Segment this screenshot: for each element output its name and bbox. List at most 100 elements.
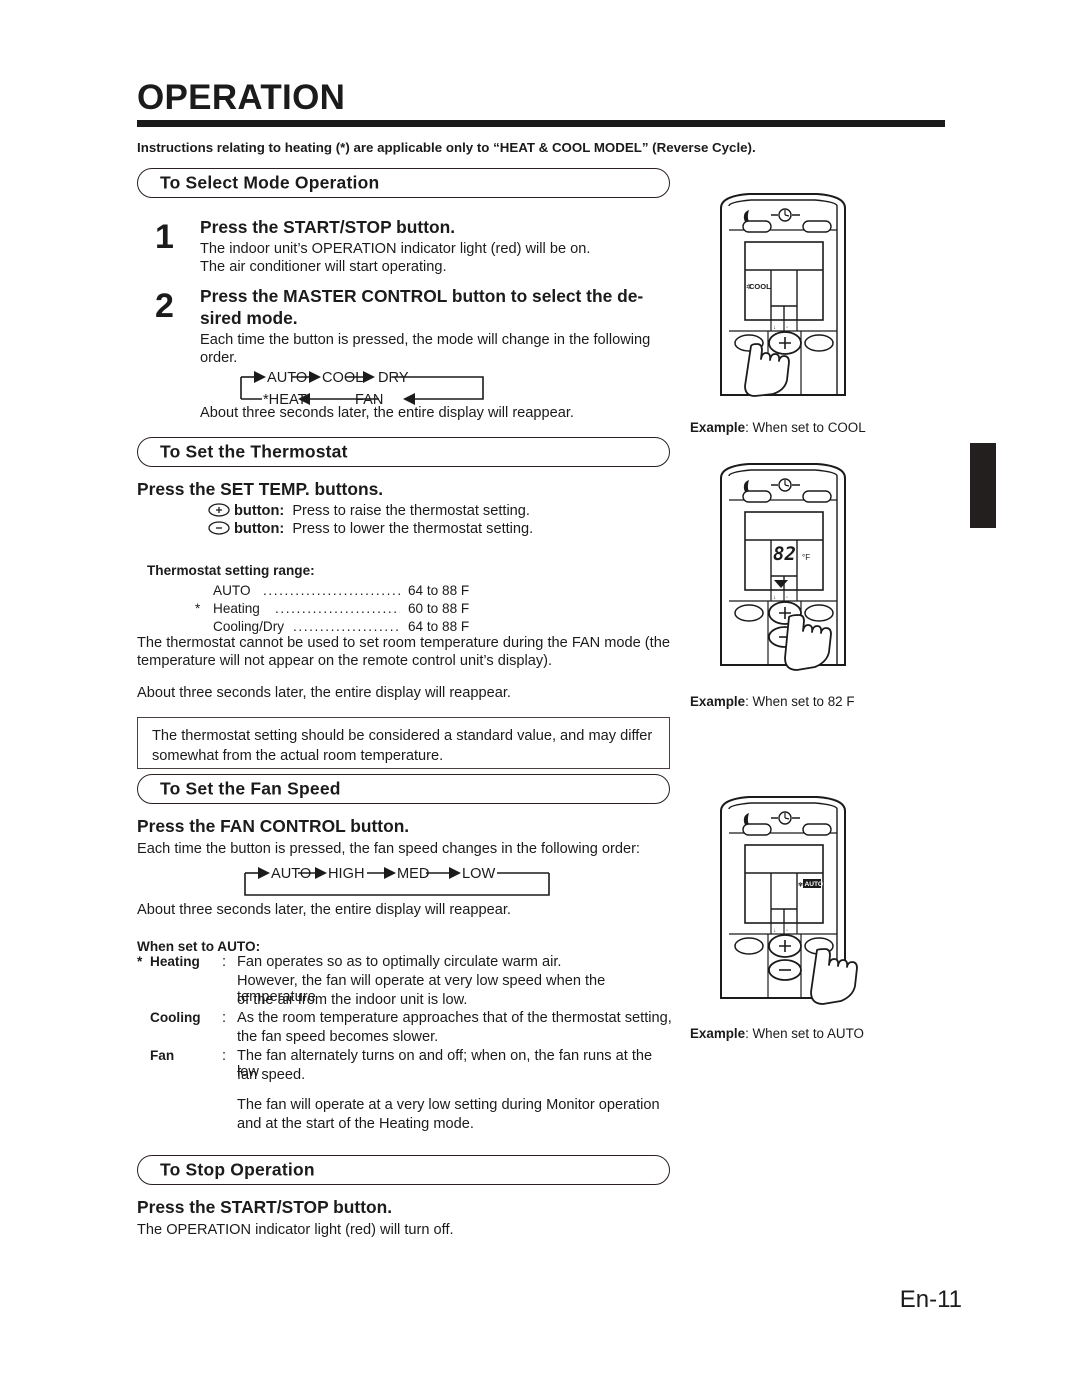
stop-heading: Press the START/STOP button. [137, 1197, 393, 1217]
fan-control-button [804, 604, 834, 622]
range-star-1: * [195, 601, 201, 616]
banner-thermostat: To Set the Thermostat [137, 437, 670, 467]
fan-speed-footer: About three seconds later, the entire di… [137, 902, 511, 918]
fan-speed-heading: Press the FAN CONTROL button. [137, 816, 410, 836]
fan-auto-row: Fan : The fan alternately turns on and o… [137, 1048, 677, 1086]
fan-row-label-2: Fan [150, 1048, 175, 1063]
fan-row-line-0-0: Fan operates so as to optimally circulat… [237, 954, 562, 970]
minus-button-label: button: [234, 521, 285, 537]
title-rule [137, 120, 945, 127]
lcd-temp-unit: °F [802, 553, 810, 562]
step-2-footer: About three seconds later, the entire di… [200, 405, 574, 421]
banner-stop-operation-label: To Stop Operation [160, 1159, 315, 1180]
fan-row-line-1-0: As the room temperature approaches that … [237, 1010, 672, 1026]
svg-text:◦: ◦ [786, 595, 788, 601]
range-mode-1: Heating [213, 601, 260, 616]
fan-row-star-0: * [137, 954, 143, 969]
fan-cycle-item-0: AUTO [271, 866, 311, 882]
master-control-button [734, 604, 764, 622]
remote-cool-illustration: COOL ✲ ↓ ◦ [705, 190, 865, 410]
svg-text:↓: ↓ [773, 325, 776, 331]
caption-label-1: Example [690, 694, 746, 709]
fan-auto-row: * Heating : Fan operates so as to optima… [137, 954, 677, 1010]
svg-text:◦: ◦ [786, 928, 788, 934]
lcd-fan-text: AUTO [805, 881, 824, 888]
range-value-0: 64 to 88 F [408, 583, 470, 598]
page-number: En-11 [899, 1286, 962, 1313]
svg-text:✲: ✲ [746, 283, 752, 291]
fan-cycle-item-1: HIGH [328, 866, 364, 882]
mode-cycle-item-2: DRY [378, 370, 409, 386]
timer-button [802, 490, 832, 503]
thermostat-note-line-2: temperature will not appear on the remot… [137, 653, 553, 669]
fan-row-label-0: Heating [150, 954, 200, 969]
fan-tail-line-1: The fan will operate at a very low setti… [237, 1097, 660, 1113]
minus-button-text: Press to lower the thermostat setting. [292, 521, 534, 537]
thermostat-note-box: The thermostat setting should be conside… [137, 717, 670, 769]
fan-cycle-diagram: AUTO HIGH MED LOW [236, 862, 566, 902]
fan-cycle-item-2: MED [397, 866, 429, 882]
thermostat-note-line-1: The thermostat cannot be used to set roo… [137, 635, 670, 651]
fan-speed-intro: Each time the button is pressed, the fan… [137, 841, 640, 857]
fan-row-colon-2: : [222, 1048, 227, 1064]
step-1-heading: Press the START/STOP button. [200, 217, 456, 237]
lcd-mode-cool: COOL ✲ [746, 282, 771, 291]
step-2-number: 2 [155, 287, 174, 325]
mode-cycle-item-0: AUTO [267, 370, 307, 386]
page-title: OPERATION [137, 78, 346, 117]
plus-button-text: Press to raise the thermostat setting. [292, 503, 530, 519]
fan-row-colon-0: : [222, 954, 227, 970]
fan-control-button [804, 334, 834, 352]
fan-cycle-item-3: LOW [462, 866, 495, 882]
banner-fan-speed: To Set the Fan Speed [137, 774, 670, 804]
step-1-number: 1 [155, 218, 174, 256]
minus-button-icon [208, 521, 230, 535]
mode-cycle-item-1: COOL [322, 370, 363, 386]
fan-row-colon-1: : [222, 1010, 227, 1026]
banner-select-mode-label: To Select Mode Operation [160, 172, 380, 193]
sleep-button [742, 490, 772, 503]
stop-line-1: The OPERATION indicator light (red) will… [137, 1222, 454, 1238]
step-2-heading-line-2: sired mode. [200, 308, 298, 328]
fan-blades-icon: ✾ [798, 882, 803, 889]
remote-auto-illustration: AUTO ✾ ↓ ◦ [705, 793, 865, 1013]
thermostat-box-line-2: somewhat from the actual room temperatur… [152, 748, 444, 764]
fan-row-label-1: Cooling [150, 1010, 201, 1025]
range-value-2: 64 to 88 F [408, 619, 470, 634]
banner-select-mode: To Select Mode Operation [137, 168, 670, 198]
timer-button [802, 823, 832, 836]
caption-text-2: : When set to AUTO [745, 1026, 864, 1041]
fan-tail-line-2: and at the start of the Heating mode. [237, 1116, 474, 1132]
thermostat-heading: Press the SET TEMP. buttons. [137, 479, 384, 499]
fan-row-line-2-1: fan speed. [237, 1067, 306, 1083]
banner-stop-operation: To Stop Operation [137, 1155, 670, 1185]
thermostat-range-title: Thermostat setting range: [147, 563, 315, 578]
thermostat-footer: About three seconds later, the entire di… [137, 685, 511, 701]
range-row: AUTO ...................................… [195, 583, 485, 601]
caption-text-0: : When set to COOL [745, 420, 866, 435]
svg-text:↓: ↓ [773, 595, 776, 601]
range-value-1: 60 to 88 F [408, 601, 470, 616]
master-control-button [734, 937, 764, 955]
fan-row-line-0-2: of the air from the indoor unit is low. [237, 992, 468, 1008]
step-2-line-1: Each time the button is pressed, the mod… [200, 332, 651, 348]
heating-note: Instructions relating to heating (*) are… [137, 140, 756, 155]
step-1-line-1: The indoor unit’s OPERATION indicator li… [200, 241, 591, 257]
timer-button [802, 220, 832, 233]
fan-row-line-1-1: the fan speed becomes slower. [237, 1029, 439, 1045]
plus-button-label: button: [234, 503, 285, 519]
thermostat-box-line-1: The thermostat setting should be conside… [152, 728, 653, 744]
manual-page: OPERATION Instructions relating to heati… [0, 0, 1080, 1397]
caption-label-2: Example [690, 1026, 746, 1041]
range-mode-2: Cooling/Dry [213, 619, 285, 634]
remote-auto-caption: Example: When set to AUTO [690, 1026, 864, 1041]
step-1-line-2: The air conditioner will start operating… [200, 259, 447, 275]
range-row: * Heating ..............................… [195, 601, 485, 619]
svg-text:↓: ↓ [773, 928, 776, 934]
caption-label-0: Example [690, 420, 746, 435]
lcd-mode-text: COOL [749, 282, 771, 291]
sleep-button [742, 823, 772, 836]
page-thumb-index-tab [970, 443, 996, 528]
remote-temp-caption: Example: When set to 82 F [690, 694, 855, 709]
sleep-button [742, 220, 772, 233]
